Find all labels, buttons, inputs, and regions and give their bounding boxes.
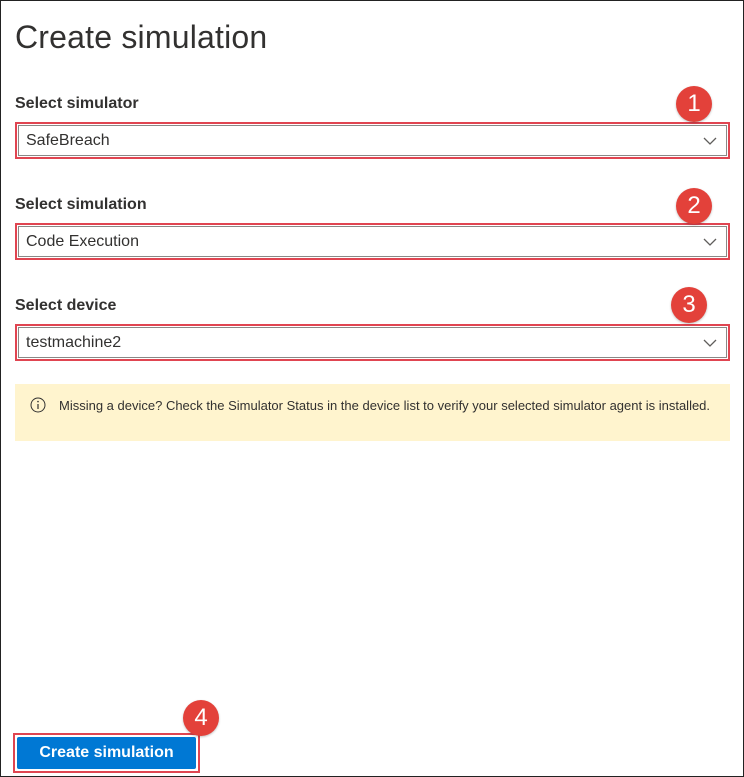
simulation-label: Select simulation: [15, 196, 147, 213]
simulator-value: SafeBreach: [26, 132, 110, 149]
chevron-down-icon: [703, 137, 717, 145]
simulation-value: Code Execution: [26, 233, 139, 250]
callout-badge-2: 2: [676, 188, 712, 224]
simulation-dropdown[interactable]: Code Execution: [15, 223, 730, 260]
info-icon: [30, 397, 46, 413]
missing-device-notice: Missing a device? Check the Simulator St…: [15, 384, 730, 441]
simulator-dropdown-border: [18, 125, 727, 156]
callout-badge-3: 3: [671, 287, 707, 323]
page-title: Create simulation: [15, 19, 268, 55]
notice-text: Missing a device? Check the Simulator St…: [59, 398, 711, 413]
create-simulation-panel: Create simulation Select simulator SafeB…: [0, 0, 744, 777]
simulator-dropdown[interactable]: SafeBreach: [15, 122, 730, 159]
create-simulation-button[interactable]: Create simulation: [17, 737, 196, 769]
device-value: testmachine2: [26, 334, 122, 351]
device-label: Select device: [15, 297, 117, 314]
simulator-label: Select simulator: [15, 95, 139, 112]
callout-badge-1: 1: [676, 86, 712, 122]
device-dropdown-border: [18, 327, 727, 358]
chevron-down-icon: [703, 339, 717, 347]
callout-badge-4: 4: [183, 700, 219, 736]
device-dropdown[interactable]: testmachine2: [15, 324, 730, 361]
chevron-down-icon: [703, 238, 717, 246]
create-button-highlight: Create simulation: [13, 733, 200, 773]
